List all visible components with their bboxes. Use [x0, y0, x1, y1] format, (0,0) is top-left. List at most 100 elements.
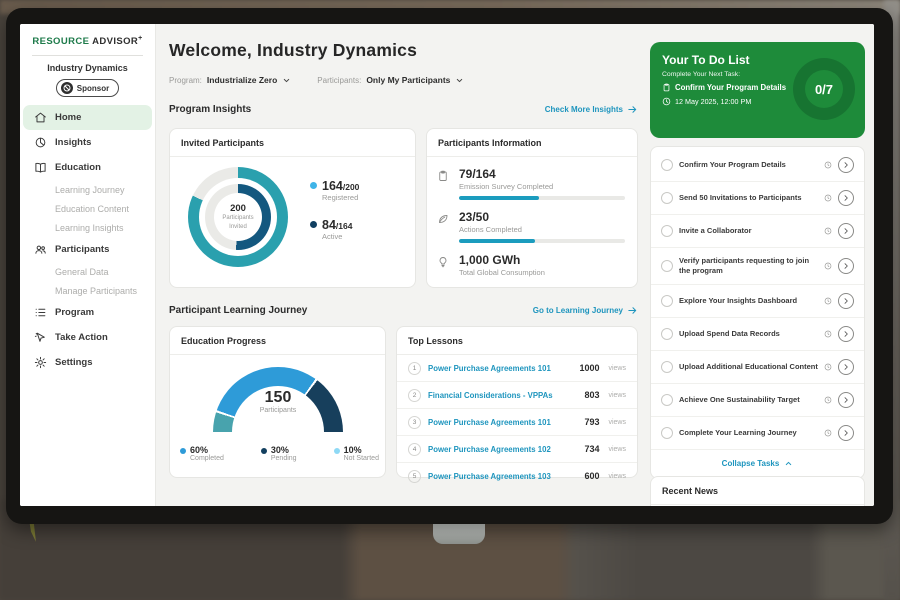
- views-count: 600: [584, 471, 599, 481]
- task-label: Send 50 Invitations to Participants: [679, 193, 818, 203]
- task-open-button[interactable]: [838, 258, 854, 274]
- task-checkbox[interactable]: [661, 159, 673, 171]
- sidebar-item-learning-journey[interactable]: Learning Journey: [20, 180, 155, 199]
- task-checkbox[interactable]: [661, 192, 673, 204]
- sidebar-item-education[interactable]: Education: [20, 155, 155, 180]
- lesson-link[interactable]: Power Purchase Agreements 102: [428, 445, 577, 454]
- clipboard-icon: [437, 170, 449, 182]
- chevron-down-icon: [455, 76, 464, 85]
- task-open-button[interactable]: [838, 425, 854, 441]
- views-suffix: views: [608, 419, 626, 426]
- task-row: Send 50 Invitations to Participants: [651, 182, 864, 215]
- sidebar-item-education-content[interactable]: Education Content: [20, 199, 155, 218]
- insights-icon: [34, 136, 47, 149]
- sidebar-item-manage-participants[interactable]: Manage Participants: [20, 281, 155, 300]
- todo-header-card: Your To Do List Complete Your Next Task:…: [650, 42, 865, 138]
- todo-task-list: Confirm Your Program Details Send 50 Inv…: [650, 146, 865, 479]
- participants-information-card: Participants Information 79/164 Emission…: [426, 128, 638, 288]
- sidebar-item-program[interactable]: Program: [20, 300, 155, 325]
- donut-legend: 164/200 Registered 84/164 Active: [310, 179, 359, 241]
- views-count: 734: [584, 444, 599, 454]
- task-checkbox[interactable]: [661, 295, 673, 307]
- card-title: Invited Participants: [170, 129, 415, 157]
- clipboard-icon: [662, 83, 671, 92]
- task-open-button[interactable]: [838, 326, 854, 342]
- lesson-link[interactable]: Financial Considerations - VPPAs: [428, 391, 577, 400]
- legend-dot: [180, 448, 186, 454]
- program-label: Program:: [169, 76, 202, 85]
- donut-center-line2: Invited: [229, 224, 247, 230]
- stat-emission-survey: 79/164 Emission Survey Completed: [427, 167, 637, 200]
- legend-dot: [261, 448, 267, 454]
- collapse-tasks-link[interactable]: Collapse Tasks: [651, 450, 864, 476]
- stat-value: 1,000 GWh: [459, 253, 625, 267]
- lesson-link[interactable]: Power Purchase Agreements 101: [428, 364, 572, 373]
- rank-badge: 3: [408, 416, 421, 429]
- collapse-label: Collapse Tasks: [722, 459, 780, 468]
- lesson-link[interactable]: Power Purchase Agreements 101: [428, 418, 577, 427]
- rank-badge: 2: [408, 389, 421, 402]
- main-content: Welcome, Industry Dynamics Program: Indu…: [156, 24, 645, 506]
- lesson-row: 2 Financial Considerations - VPPAs 803 v…: [397, 382, 637, 409]
- sidebar-item-learning-insights[interactable]: Learning Insights: [20, 218, 155, 237]
- participants-dropdown[interactable]: Participants: Only My Participants: [317, 75, 464, 85]
- legend-item-active: 84/164 Active: [310, 218, 359, 241]
- org-name: Industry Dynamics: [20, 63, 155, 73]
- sidebar-item-insights[interactable]: Insights: [20, 130, 155, 155]
- link-label: Check More Insights: [545, 105, 623, 114]
- sidebar-item-take-action[interactable]: Take Action: [20, 325, 155, 350]
- stat-actions-completed: 23/50 Actions Completed: [427, 210, 637, 243]
- section-title: Participant Learning Journey: [169, 305, 307, 316]
- legend-label: Not Started: [344, 455, 379, 462]
- sidebar-item-participants[interactable]: Participants: [20, 237, 155, 262]
- page-title: Welcome, Industry Dynamics: [169, 40, 417, 61]
- task-checkbox[interactable]: [661, 394, 673, 406]
- sidebar-item-home[interactable]: Home: [23, 105, 152, 130]
- task-open-button[interactable]: [838, 157, 854, 173]
- task-row: Confirm Your Program Details: [651, 149, 864, 182]
- sidebar-item-general-data[interactable]: General Data: [20, 262, 155, 281]
- insights-cards-row: Invited Participants 200 ParticipantsInv…: [169, 128, 638, 288]
- stat-label: Total Global Consumption: [459, 268, 625, 277]
- sidebar: RESOURCE ADVISOR+ Industry Dynamics Spon…: [20, 24, 156, 506]
- task-open-button[interactable]: [838, 190, 854, 206]
- task-open-button[interactable]: [838, 392, 854, 408]
- program-dropdown[interactable]: Program: Industrialize Zero: [169, 75, 291, 85]
- task-row: Complete Your Learning Journey: [651, 417, 864, 450]
- legend-label: Registered: [322, 193, 359, 202]
- donut-center-line1: Participants: [222, 215, 253, 221]
- filters-row: Program: Industrialize Zero Participants…: [169, 75, 464, 85]
- top-lessons-card: Top Lessons 1 Power Purchase Agreements …: [396, 326, 638, 478]
- task-label: Invite a Collaborator: [679, 226, 818, 236]
- card-title: Education Progress: [170, 327, 385, 355]
- program-insights-header: Program Insights Check More Insights: [169, 104, 638, 115]
- task-label: Upload Spend Data Records: [679, 329, 818, 339]
- donut-center-label: Participants Invited: [214, 214, 262, 232]
- lesson-link[interactable]: Power Purchase Agreements 103: [428, 472, 577, 481]
- sponsor-icon: [61, 82, 73, 94]
- check-more-insights-link[interactable]: Check More Insights: [545, 104, 638, 115]
- task-label: Confirm Your Program Details: [679, 160, 818, 170]
- sidebar-item-settings[interactable]: Settings: [20, 350, 155, 375]
- task-checkbox[interactable]: [661, 427, 673, 439]
- sponsor-badge[interactable]: Sponsor: [56, 79, 119, 97]
- task-label: Verify participants requesting to join t…: [679, 256, 818, 276]
- card-title: Participants Information: [427, 129, 637, 157]
- task-checkbox[interactable]: [661, 260, 673, 272]
- task-label: Complete Your Learning Journey: [679, 428, 818, 438]
- sidebar-item-label: Learning Insights: [55, 223, 124, 233]
- task-checkbox[interactable]: [661, 361, 673, 373]
- task-checkbox[interactable]: [661, 328, 673, 340]
- sidebar-item-label: Take Action: [55, 332, 108, 343]
- task-checkbox[interactable]: [661, 225, 673, 237]
- sidebar-menu: Home Insights Education Learning Journey: [20, 105, 155, 375]
- task-open-button[interactable]: [838, 293, 854, 309]
- views-count: 803: [584, 390, 599, 400]
- task-open-button[interactable]: [838, 359, 854, 375]
- views-suffix: views: [608, 446, 626, 453]
- clock-icon: [662, 97, 671, 106]
- gauge-legend: 60%Completed 30%Pending 10%Not Started: [180, 445, 379, 462]
- task-open-button[interactable]: [838, 223, 854, 239]
- legend-dot: [310, 221, 317, 228]
- go-to-learning-journey-link[interactable]: Go to Learning Journey: [533, 305, 638, 316]
